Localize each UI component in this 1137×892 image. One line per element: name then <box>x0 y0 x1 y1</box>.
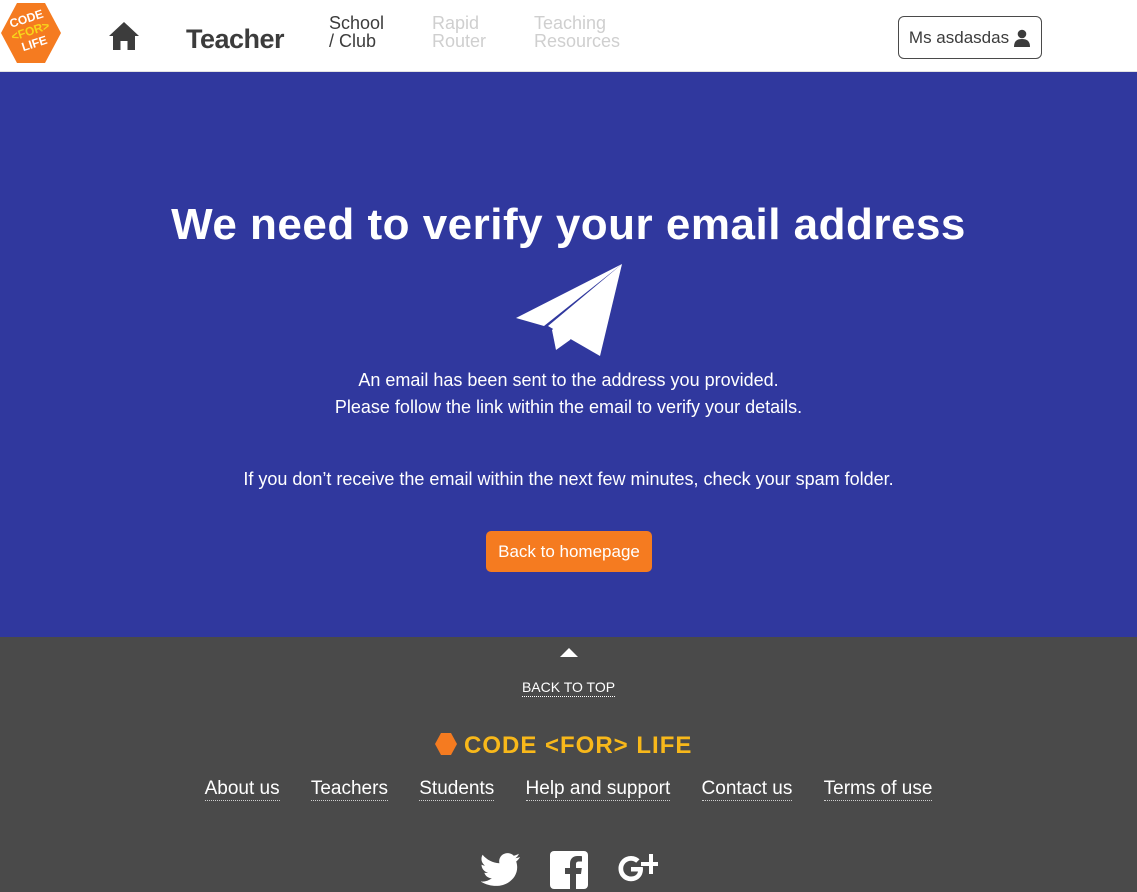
footer-link-help-and-support[interactable]: Help and support <box>525 778 671 801</box>
nav-rapid-router-line1: Rapid <box>432 13 480 33</box>
code-for-life-logo[interactable]: CODE <FOR> LIFE <box>0 2 62 64</box>
twitter-icon[interactable] <box>481 850 521 890</box>
footer-link-terms-of-use[interactable]: Terms of use <box>823 778 933 801</box>
footer-links: About us Teachers Students Help and supp… <box>0 778 1137 801</box>
footer-link-teachers[interactable]: Teachers <box>310 778 388 801</box>
facebook-icon[interactable] <box>550 850 588 890</box>
user-name-label: Ms asdasdas <box>908 27 1010 47</box>
footer-code-for-life-logo: CODE <FOR> LIFE <box>435 732 692 757</box>
top-nav-bar: CODE <FOR> LIFE Teacher School / Club Ra… <box>0 0 1137 72</box>
google-plus-icon[interactable] <box>618 850 658 890</box>
back-to-top-label: BACK TO TOP <box>521 679 616 697</box>
footer-link-about-us[interactable]: About us <box>204 778 280 801</box>
svg-text:CODE <FOR> LIFE: CODE <FOR> LIFE <box>464 732 692 757</box>
nav-teaching-resources-line2: Resources <box>534 31 621 51</box>
email-sent-message: An email has been sent to the address yo… <box>358 370 779 390</box>
nav-school-club-line1: School <box>329 13 385 33</box>
follow-link-message: Please follow the link within the email … <box>334 397 803 417</box>
user-account-button[interactable]: Ms asdasdas <box>898 16 1042 59</box>
nav-school-club[interactable]: School / Club <box>329 14 384 50</box>
nav-teaching-resources[interactable]: Teaching Resources <box>534 14 620 50</box>
footer-link-students[interactable]: Students <box>419 778 495 801</box>
spam-folder-message: If you don’t receive the email within th… <box>243 469 894 489</box>
nav-school-club-line2: / Club <box>329 31 377 51</box>
paper-plane-icon <box>516 264 622 356</box>
page-section-title: Teacher <box>186 24 285 54</box>
verify-email-heading: We need to verify your email address <box>171 200 966 249</box>
footer-link-contact-us[interactable]: Contact us <box>701 778 793 801</box>
nav-rapid-router[interactable]: Rapid Router <box>432 14 486 50</box>
back-to-top-link[interactable]: BACK TO TOP <box>0 679 1137 697</box>
back-to-homepage-button[interactable]: Back to homepage <box>486 531 652 572</box>
nav-teaching-resources-line1: Teaching <box>534 13 607 33</box>
person-icon <box>1014 29 1031 47</box>
home-icon[interactable] <box>108 21 140 51</box>
site-footer: BACK TO TOP CODE <FOR> LIFE About us Tea… <box>0 637 1137 892</box>
verify-email-panel: We need to verify your email address An … <box>0 72 1137 637</box>
arrow-up-icon[interactable] <box>560 648 578 657</box>
nav-rapid-router-line2: Router <box>432 31 487 51</box>
